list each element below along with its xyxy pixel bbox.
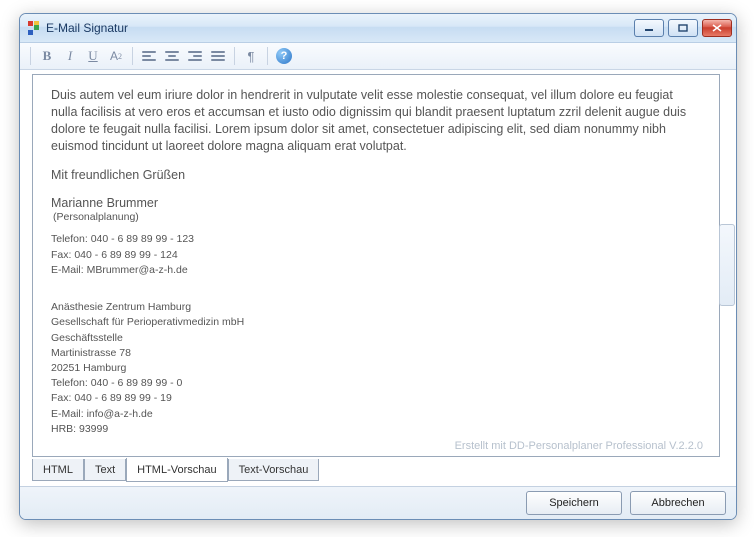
align-right-button[interactable] [184,46,206,66]
tab-html[interactable]: HTML [32,459,84,481]
toolbar-separator [30,47,31,65]
watermark-text: Erstellt mit DD-Personalplaner Professio… [455,440,703,452]
toolbar-separator [234,47,235,65]
preview-contact-block: Telefon: 040 - 6 89 89 99 - 123 Fax: 040… [51,232,701,278]
toolbar-separator [132,47,133,65]
scrollbar-thumb[interactable] [719,224,735,306]
save-button[interactable]: Speichern [526,491,622,515]
cancel-button[interactable]: Abbrechen [630,491,726,515]
bold-button[interactable]: B [36,46,58,66]
underline-button[interactable]: U [82,46,104,66]
italic-button[interactable]: I [59,46,81,66]
align-center-button[interactable] [161,46,183,66]
preview-paragraph: Duis autem vel eum iriure dolor in hendr… [51,87,701,155]
align-left-button[interactable] [138,46,160,66]
tab-text[interactable]: Text [84,459,126,481]
format-toolbar: B I U A2 ¶ ? [20,43,736,70]
window-title: E-Mail Signatur [46,21,634,35]
preview-department: (Personalplanung) [53,210,701,224]
app-icon [26,21,40,35]
close-button[interactable] [702,19,732,37]
font-size-button[interactable]: A2 [105,46,127,66]
view-tabs: HTML Text HTML-Vorschau Text-Vorschau [32,459,319,481]
maximize-button[interactable] [668,19,698,37]
toolbar-separator [267,47,268,65]
tab-text-preview[interactable]: Text-Vorschau [228,459,320,481]
preview-closing: Mit freundlichen Grüßen [51,167,701,184]
dialog-footer: Speichern Abbrechen [20,486,736,519]
preview-company-block: Anästhesie Zentrum Hamburg Gesellschaft … [51,300,701,437]
minimize-button[interactable] [634,19,664,37]
paragraph-marks-button[interactable]: ¶ [240,46,262,66]
align-justify-button[interactable] [207,46,229,66]
titlebar[interactable]: E-Mail Signatur [20,14,736,43]
help-button[interactable]: ? [273,46,295,66]
help-icon: ? [276,48,292,64]
window-frame: E-Mail Signatur B I U A2 [19,13,737,520]
preview-pane: Duis autem vel eum iriure dolor in hendr… [32,74,720,457]
tab-html-preview[interactable]: HTML-Vorschau [126,458,227,482]
